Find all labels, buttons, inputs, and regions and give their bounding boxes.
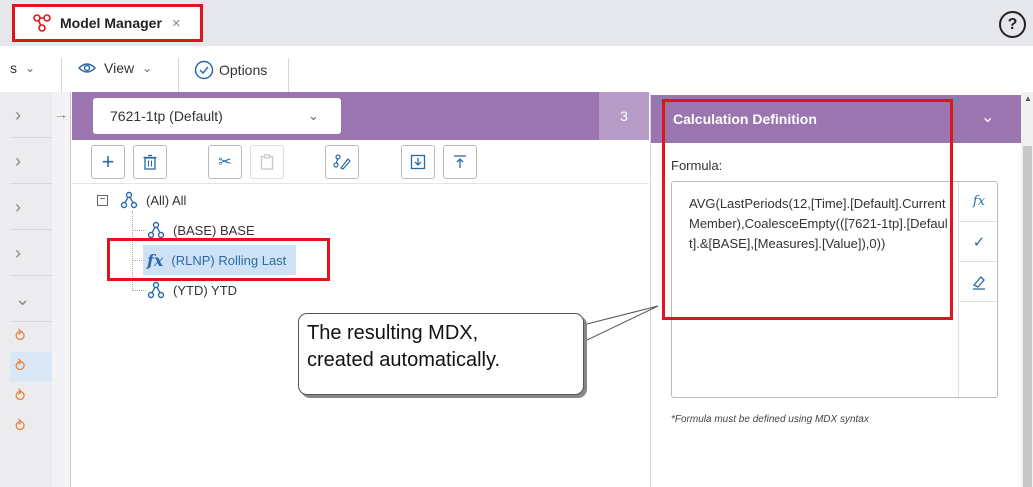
paste-button[interactable] bbox=[250, 145, 284, 179]
edit-hierarchy-button[interactable] bbox=[325, 145, 359, 179]
chevron-down-icon: ⌄ bbox=[25, 61, 36, 75]
clipboard-icon bbox=[260, 154, 274, 170]
scroll-up-icon[interactable]: ▲ bbox=[1024, 94, 1032, 103]
upload-icon bbox=[454, 155, 466, 168]
toolbar-partial-label: s bbox=[10, 60, 17, 76]
calculation-highlight-box bbox=[662, 99, 953, 320]
model-header: 7621-1tp (Default) ⌄ 3 bbox=[72, 92, 649, 140]
chevron-down-icon: ⌄ bbox=[142, 61, 153, 75]
trash-icon bbox=[143, 154, 157, 170]
hierarchy-icon bbox=[147, 221, 165, 239]
toolbar-divider bbox=[178, 58, 179, 92]
chevron-right-icon[interactable]: › bbox=[10, 230, 52, 276]
callout-text: The resulting MDX, created automatically… bbox=[307, 320, 500, 374]
scissors-icon: ✂ bbox=[218, 154, 232, 171]
toolbar-divider bbox=[61, 58, 62, 92]
tree-node-label: (BASE) BASE bbox=[173, 222, 255, 238]
tree-connector bbox=[132, 290, 146, 291]
arrow-right-icon: → bbox=[54, 106, 68, 122]
chevron-right-icon[interactable]: › bbox=[10, 92, 52, 138]
check-icon: ✓ bbox=[972, 233, 986, 251]
download-icon bbox=[410, 154, 426, 170]
chevron-down-icon: ⌄ bbox=[308, 108, 319, 123]
chevron-right-icon[interactable]: › bbox=[10, 184, 52, 230]
tree-node-ytd[interactable]: (YTD) YTD bbox=[147, 279, 237, 301]
left-navigation-strip: › › › › ⌄ ⥁ ⥁ ⥁ ⥁ bbox=[0, 92, 52, 487]
collapse-toggle[interactable]: − bbox=[97, 194, 108, 206]
tree-node-label: (YTD) YTD bbox=[173, 282, 238, 298]
export-button[interactable] bbox=[443, 145, 477, 179]
collapse-column[interactable]: → bbox=[52, 92, 71, 487]
formula-builder-button[interactable]: fx bbox=[959, 182, 999, 222]
view-label: View bbox=[104, 60, 135, 76]
share-icon[interactable]: ⥁ bbox=[10, 352, 52, 382]
add-button[interactable]: + bbox=[91, 145, 125, 179]
callout-line-1: The resulting MDX, bbox=[307, 322, 479, 344]
plus-icon: + bbox=[101, 149, 115, 174]
options-label: Options bbox=[219, 62, 268, 78]
chevron-down-icon[interactable]: ⌄ bbox=[10, 276, 52, 322]
chevron-down-icon[interactable]: ⌄ bbox=[981, 107, 994, 127]
callout-pointer bbox=[582, 305, 659, 343]
tree-connector bbox=[132, 230, 146, 231]
callout-line-2: created automatically. bbox=[307, 349, 501, 371]
model-select[interactable]: 7621-1tp (Default) ⌄ bbox=[93, 98, 341, 134]
options-button[interactable]: Options bbox=[194, 60, 267, 80]
hierarchy-icon bbox=[147, 281, 165, 299]
eye-icon bbox=[78, 63, 96, 73]
panel-scrollbar[interactable]: ▲ bbox=[1021, 92, 1033, 487]
annotation-callout: The resulting MDX, created automatically… bbox=[298, 313, 584, 395]
view-menu-button[interactable]: View ⌄ bbox=[78, 60, 152, 76]
formula-hint: *Formula must be defined using MDX synta… bbox=[671, 414, 869, 425]
eraser-icon bbox=[972, 275, 985, 290]
formula-tools: fx ✓ bbox=[958, 182, 999, 397]
help-icon[interactable]: ? bbox=[999, 11, 1026, 38]
import-button[interactable] bbox=[401, 145, 435, 179]
share-icon[interactable]: ⥁ bbox=[10, 322, 52, 352]
tree-action-bar: + ✂ bbox=[72, 140, 649, 184]
toolbar-divider bbox=[288, 58, 289, 92]
toolbar-partial-menu[interactable]: s ⌄ bbox=[10, 60, 35, 76]
tree-node-label: (All) All bbox=[146, 192, 187, 208]
chevron-right-icon[interactable]: › bbox=[10, 138, 52, 184]
share-icon[interactable]: ⥁ bbox=[10, 382, 52, 412]
function-edit-icon: fx bbox=[972, 194, 986, 209]
check-circle-icon bbox=[194, 60, 214, 80]
toolbar: s ⌄ View ⌄ Options bbox=[0, 46, 1033, 92]
scrollbar-thumb[interactable] bbox=[1023, 146, 1032, 487]
hierarchy-edit-icon bbox=[333, 154, 351, 170]
tree-highlight-box bbox=[107, 238, 330, 281]
model-select-value: 7621-1tp (Default) bbox=[110, 108, 223, 124]
hierarchy-icon bbox=[120, 191, 138, 209]
delete-button[interactable] bbox=[133, 145, 167, 179]
item-count: 3 bbox=[599, 92, 649, 140]
tree-node-root[interactable]: − (All) All bbox=[97, 189, 186, 211]
validate-button[interactable]: ✓ bbox=[959, 222, 999, 262]
cut-button[interactable]: ✂ bbox=[208, 145, 242, 179]
tab-highlight-box bbox=[12, 4, 203, 42]
share-icon[interactable]: ⥁ bbox=[10, 412, 52, 442]
clear-button[interactable] bbox=[959, 262, 999, 302]
